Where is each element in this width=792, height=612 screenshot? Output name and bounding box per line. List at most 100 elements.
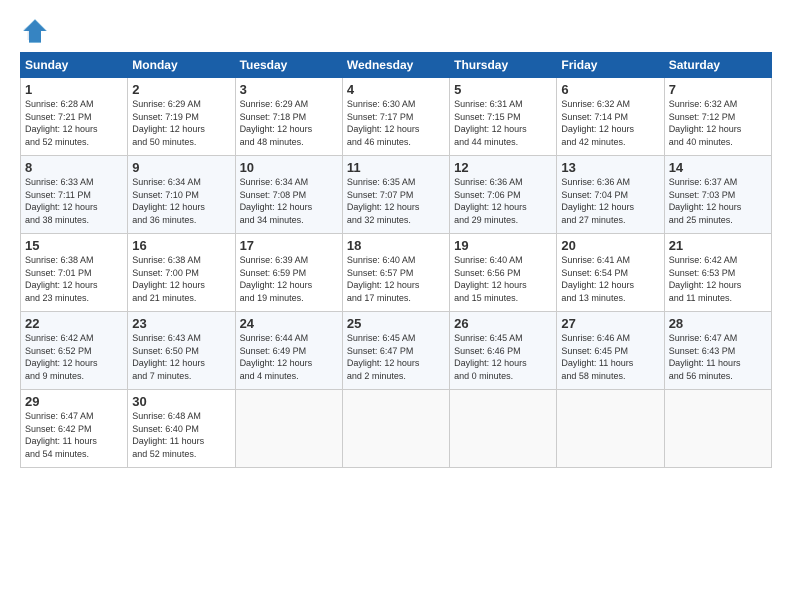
- day-number: 4: [347, 82, 445, 97]
- day-number: 19: [454, 238, 552, 253]
- day-info: Sunrise: 6:34 AMSunset: 7:10 PMDaylight:…: [132, 177, 205, 225]
- day-number: 2: [132, 82, 230, 97]
- calendar-cell: 13 Sunrise: 6:36 AMSunset: 7:04 PMDayligh…: [557, 156, 664, 234]
- calendar-cell: 29 Sunrise: 6:47 AMSunset: 6:42 PMDayligh…: [21, 390, 128, 468]
- logo-icon: [20, 16, 50, 46]
- day-info: Sunrise: 6:47 AMSunset: 6:43 PMDaylight:…: [669, 333, 741, 381]
- day-number: 28: [669, 316, 767, 331]
- day-number: 16: [132, 238, 230, 253]
- day-number: 11: [347, 160, 445, 175]
- weekday-header-cell: Saturday: [664, 53, 771, 78]
- page-container: SundayMondayTuesdayWednesdayThursdayFrid…: [0, 0, 792, 478]
- day-number: 24: [240, 316, 338, 331]
- day-info: Sunrise: 6:42 AMSunset: 6:53 PMDaylight:…: [669, 255, 742, 303]
- header-row: [20, 16, 772, 46]
- calendar-cell: 1 Sunrise: 6:28 AMSunset: 7:21 PMDaylight…: [21, 78, 128, 156]
- day-number: 5: [454, 82, 552, 97]
- day-number: 6: [561, 82, 659, 97]
- weekday-header-cell: Monday: [128, 53, 235, 78]
- calendar-week-row: 22 Sunrise: 6:42 AMSunset: 6:52 PMDayligh…: [21, 312, 772, 390]
- day-info: Sunrise: 6:33 AMSunset: 7:11 PMDaylight:…: [25, 177, 98, 225]
- calendar-cell: 25 Sunrise: 6:45 AMSunset: 6:47 PMDayligh…: [342, 312, 449, 390]
- day-number: 21: [669, 238, 767, 253]
- calendar-cell: 26 Sunrise: 6:45 AMSunset: 6:46 PMDayligh…: [450, 312, 557, 390]
- day-number: 18: [347, 238, 445, 253]
- day-number: 10: [240, 160, 338, 175]
- day-info: Sunrise: 6:29 AMSunset: 7:18 PMDaylight:…: [240, 99, 313, 147]
- calendar-cell: 28 Sunrise: 6:47 AMSunset: 6:43 PMDayligh…: [664, 312, 771, 390]
- calendar-cell: [342, 390, 449, 468]
- day-info: Sunrise: 6:29 AMSunset: 7:19 PMDaylight:…: [132, 99, 205, 147]
- day-number: 3: [240, 82, 338, 97]
- calendar-cell: 20Sunrise: 6:41 AMSunset: 6:54 PMDayligh…: [557, 234, 664, 312]
- calendar-cell: 16Sunrise: 6:38 AMSunset: 7:00 PMDayligh…: [128, 234, 235, 312]
- day-info: Sunrise: 6:38 AMSunset: 7:01 PMDaylight:…: [25, 255, 98, 303]
- calendar-cell: [664, 390, 771, 468]
- day-number: 9: [132, 160, 230, 175]
- weekday-header-cell: Thursday: [450, 53, 557, 78]
- day-info: Sunrise: 6:36 AMSunset: 7:04 PMDaylight:…: [561, 177, 634, 225]
- calendar-cell: 15 Sunrise: 6:38 AMSunset: 7:01 PMDayligh…: [21, 234, 128, 312]
- day-info: Sunrise: 6:30 AMSunset: 7:17 PMDaylight:…: [347, 99, 420, 147]
- calendar-cell: 18 Sunrise: 6:40 AMSunset: 6:57 PMDayligh…: [342, 234, 449, 312]
- day-info: Sunrise: 6:32 AMSunset: 7:14 PMDaylight:…: [561, 99, 634, 147]
- day-number: 22: [25, 316, 123, 331]
- day-info: Sunrise: 6:44 AMSunset: 6:49 PMDaylight:…: [240, 333, 313, 381]
- day-info: Sunrise: 6:47 AMSunset: 6:42 PMDaylight:…: [25, 411, 97, 459]
- calendar-week-row: 29 Sunrise: 6:47 AMSunset: 6:42 PMDayligh…: [21, 390, 772, 468]
- day-info: Sunrise: 6:46 AMSunset: 6:45 PMDaylight:…: [561, 333, 633, 381]
- day-number: 15: [25, 238, 123, 253]
- calendar-cell: 9 Sunrise: 6:34 AMSunset: 7:10 PMDaylight…: [128, 156, 235, 234]
- calendar-cell: 12Sunrise: 6:36 AMSunset: 7:06 PMDayligh…: [450, 156, 557, 234]
- calendar-week-row: 8Sunrise: 6:33 AMSunset: 7:11 PMDaylight…: [21, 156, 772, 234]
- calendar-cell: [235, 390, 342, 468]
- calendar-cell: 23Sunrise: 6:43 AMSunset: 6:50 PMDayligh…: [128, 312, 235, 390]
- day-info: Sunrise: 6:45 AMSunset: 6:47 PMDaylight:…: [347, 333, 420, 381]
- day-info: Sunrise: 6:42 AMSunset: 6:52 PMDaylight:…: [25, 333, 98, 381]
- calendar-cell: 7Sunrise: 6:32 AMSunset: 7:12 PMDaylight…: [664, 78, 771, 156]
- calendar-cell: 11 Sunrise: 6:35 AMSunset: 7:07 PMDayligh…: [342, 156, 449, 234]
- day-info: Sunrise: 6:40 AMSunset: 6:56 PMDaylight:…: [454, 255, 527, 303]
- calendar-cell: 22 Sunrise: 6:42 AMSunset: 6:52 PMDayligh…: [21, 312, 128, 390]
- weekday-header-cell: Friday: [557, 53, 664, 78]
- calendar-week-row: 1 Sunrise: 6:28 AMSunset: 7:21 PMDaylight…: [21, 78, 772, 156]
- day-info: Sunrise: 6:39 AMSunset: 6:59 PMDaylight:…: [240, 255, 313, 303]
- day-number: 13: [561, 160, 659, 175]
- day-info: Sunrise: 6:28 AMSunset: 7:21 PMDaylight:…: [25, 99, 98, 147]
- day-number: 25: [347, 316, 445, 331]
- day-number: 14: [669, 160, 767, 175]
- calendar-cell: 10 Sunrise: 6:34 AMSunset: 7:08 PMDayligh…: [235, 156, 342, 234]
- weekday-header-cell: Tuesday: [235, 53, 342, 78]
- day-number: 30: [132, 394, 230, 409]
- day-info: Sunrise: 6:34 AMSunset: 7:08 PMDaylight:…: [240, 177, 313, 225]
- calendar-cell: 8Sunrise: 6:33 AMSunset: 7:11 PMDaylight…: [21, 156, 128, 234]
- day-number: 23: [132, 316, 230, 331]
- day-info: Sunrise: 6:32 AMSunset: 7:12 PMDaylight:…: [669, 99, 742, 147]
- weekday-header-cell: Sunday: [21, 53, 128, 78]
- day-info: Sunrise: 6:48 AMSunset: 6:40 PMDaylight:…: [132, 411, 204, 459]
- calendar-table: SundayMondayTuesdayWednesdayThursdayFrid…: [20, 52, 772, 468]
- logo: [20, 16, 54, 46]
- day-info: Sunrise: 6:35 AMSunset: 7:07 PMDaylight:…: [347, 177, 420, 225]
- calendar-cell: 2 Sunrise: 6:29 AMSunset: 7:19 PMDaylight…: [128, 78, 235, 156]
- calendar-cell: 30 Sunrise: 6:48 AMSunset: 6:40 PMDayligh…: [128, 390, 235, 468]
- calendar-cell: 24 Sunrise: 6:44 AMSunset: 6:49 PMDayligh…: [235, 312, 342, 390]
- calendar-cell: 19 Sunrise: 6:40 AMSunset: 6:56 PMDayligh…: [450, 234, 557, 312]
- day-number: 29: [25, 394, 123, 409]
- day-info: Sunrise: 6:41 AMSunset: 6:54 PMDaylight:…: [561, 255, 634, 303]
- day-number: 1: [25, 82, 123, 97]
- weekday-header-row: SundayMondayTuesdayWednesdayThursdayFrid…: [21, 53, 772, 78]
- calendar-cell: [557, 390, 664, 468]
- calendar-cell: 17 Sunrise: 6:39 AMSunset: 6:59 PMDayligh…: [235, 234, 342, 312]
- day-info: Sunrise: 6:37 AMSunset: 7:03 PMDaylight:…: [669, 177, 742, 225]
- calendar-cell: 21 Sunrise: 6:42 AMSunset: 6:53 PMDayligh…: [664, 234, 771, 312]
- day-number: 17: [240, 238, 338, 253]
- day-info: Sunrise: 6:45 AMSunset: 6:46 PMDaylight:…: [454, 333, 527, 381]
- calendar-cell: 4 Sunrise: 6:30 AMSunset: 7:17 PMDaylight…: [342, 78, 449, 156]
- day-info: Sunrise: 6:40 AMSunset: 6:57 PMDaylight:…: [347, 255, 420, 303]
- weekday-header-cell: Wednesday: [342, 53, 449, 78]
- day-number: 26: [454, 316, 552, 331]
- day-info: Sunrise: 6:31 AMSunset: 7:15 PMDaylight:…: [454, 99, 527, 147]
- calendar-cell: 5 Sunrise: 6:31 AMSunset: 7:15 PMDaylight…: [450, 78, 557, 156]
- day-info: Sunrise: 6:36 AMSunset: 7:06 PMDaylight:…: [454, 177, 527, 225]
